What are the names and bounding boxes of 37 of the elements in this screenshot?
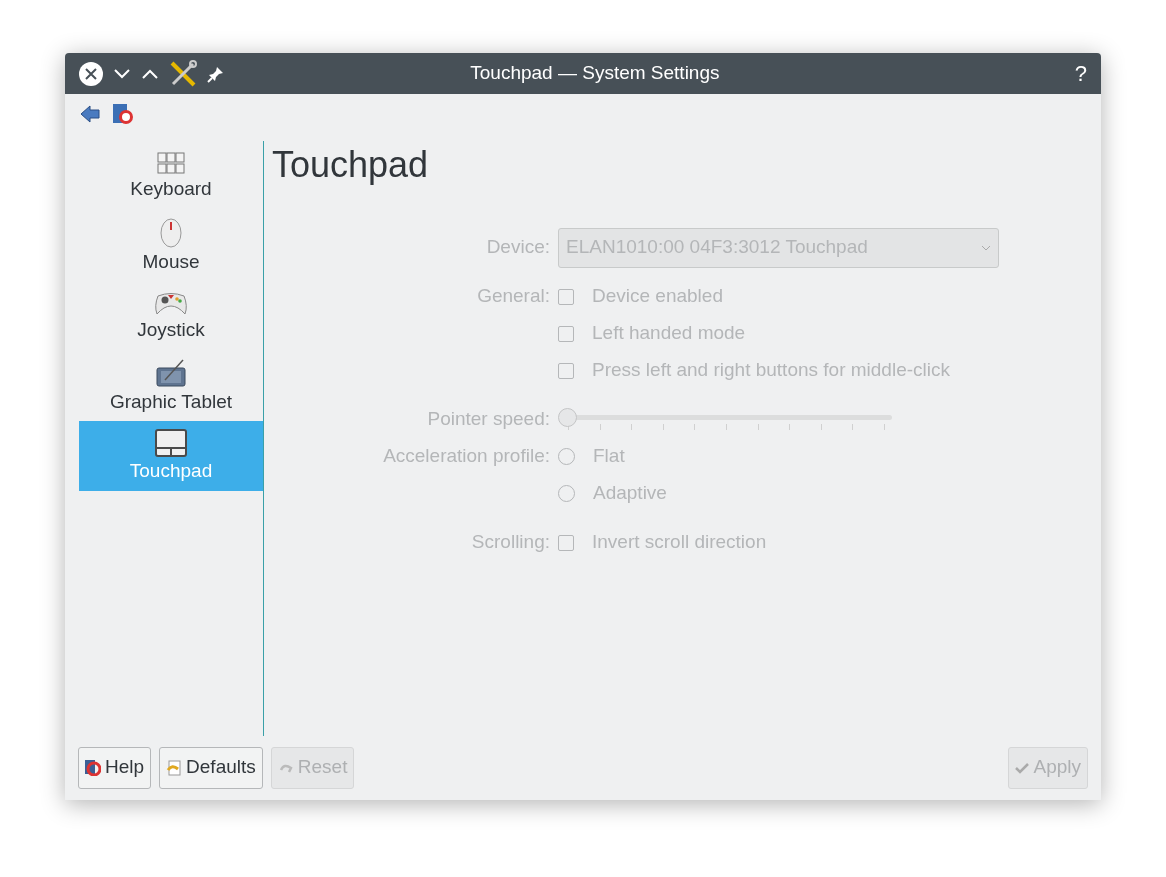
sidebar-item[interactable]: Joystick (79, 281, 263, 351)
sidebar-item[interactable]: Graphic Tablet (79, 351, 263, 421)
field-label: Acceleration profile: (383, 444, 550, 469)
dialog-button[interactable]: Defaults (159, 746, 263, 789)
pointer-speed-slider[interactable] (558, 407, 892, 432)
tools-icon[interactable] (169, 59, 197, 88)
keyboard-icon (155, 151, 187, 175)
checkmark-icon (1015, 761, 1030, 774)
help-icon[interactable]: ? (1074, 57, 1087, 90)
page-title: Touchpad (272, 143, 430, 187)
field-label: Scrolling: (471, 530, 550, 555)
touchpad-icon (155, 429, 187, 457)
checkbox-label: Invert scroll direction (592, 530, 767, 555)
window-title: Touchpad — System Settings (470, 61, 720, 86)
close-icon[interactable] (79, 61, 103, 86)
field-label: General: (477, 284, 550, 309)
drawing-tablet-icon (155, 358, 187, 388)
pin-icon[interactable] (207, 64, 225, 83)
sidebar-item[interactable]: Keyboard (79, 141, 263, 211)
sidebar-item[interactable]: Mouse (79, 211, 263, 281)
chevron-down-icon (981, 244, 991, 251)
lifebuoy-icon (85, 759, 101, 776)
chevron-up-icon[interactable] (141, 67, 159, 80)
checkbox-label: Press left and right buttons for middle-click (592, 358, 950, 383)
gamepad-icon (154, 290, 188, 316)
field-label: Device: (486, 235, 550, 260)
dialog-button[interactable]: Help (78, 746, 152, 789)
checkbox-label: Device enabled (592, 284, 723, 309)
lifebuoy-book-icon[interactable] (112, 102, 134, 125)
checkbox-label: Left handed mode (592, 321, 746, 346)
undo-document-icon (166, 759, 183, 776)
back-arrow-icon[interactable] (80, 104, 100, 123)
radio-label: Flat (593, 444, 625, 469)
field-label: Pointer speed: (427, 407, 550, 432)
chevron-down-icon[interactable] (113, 67, 131, 80)
mouse-icon (159, 218, 183, 248)
radio-label: Adaptive (593, 481, 667, 506)
